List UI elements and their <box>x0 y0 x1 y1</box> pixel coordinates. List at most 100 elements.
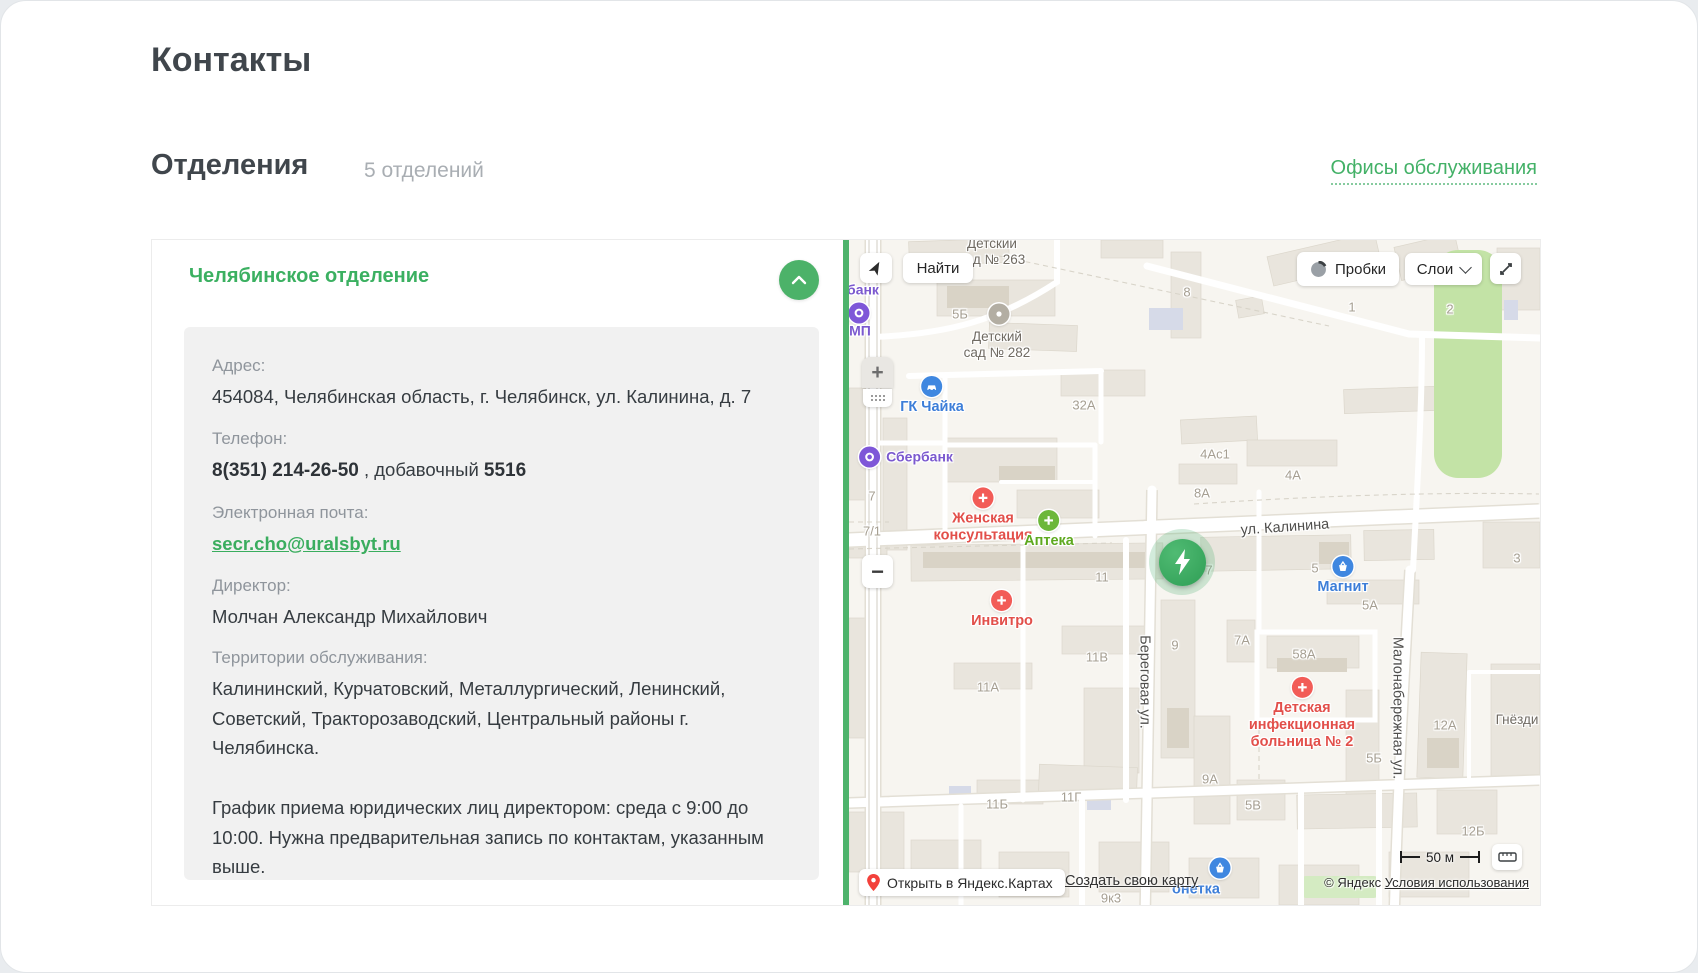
map-copyright: © Яндекс Условия использования <box>1324 875 1529 890</box>
poi-detskaya-bolnica-2: Детская инфекционная больница № 2 <box>1249 677 1355 751</box>
create-map-link[interactable]: Создать свою карту <box>1065 873 1198 889</box>
building-number: 5 <box>1311 560 1318 575</box>
dot-icon <box>989 304 1010 325</box>
territories-value: Калининский, Курчатовский, Металлургичес… <box>212 674 791 763</box>
map-search-button[interactable]: Найти <box>903 253 973 283</box>
cross-icon <box>1292 677 1313 698</box>
branches-count: 5 отделений <box>364 159 484 183</box>
fullscreen-icon <box>1498 261 1514 277</box>
open-in-yandex-maps-button[interactable]: Открыть в Яндекс.Картах <box>859 869 1065 896</box>
building-number: 11Г <box>1061 789 1082 804</box>
director-value: Молчан Александр Михайлович <box>212 602 791 632</box>
street-beregovaya: Береговая ул. <box>1135 635 1152 729</box>
branches-row: Челябинское отделение Адрес: 454084, Чел… <box>151 239 1541 906</box>
building-number: 11 <box>1095 569 1109 584</box>
building-number: 2 <box>1446 301 1453 316</box>
building-number: 11В <box>1086 649 1108 664</box>
label-bank: банк <box>849 282 879 299</box>
collapse-button[interactable] <box>779 260 819 300</box>
street-kalinina: ул. Калинина <box>1240 516 1330 539</box>
phone-label: Телефон: <box>212 429 791 449</box>
ring-icon <box>859 447 880 468</box>
map[interactable]: Детский сад № 263812банкМП5БДетский сад … <box>849 240 1540 905</box>
zoom-out-button[interactable]: − <box>862 555 893 588</box>
building-number: 8А <box>1194 485 1210 500</box>
address-value: 454084, Челябинская область, г. Челябинс… <box>212 382 791 412</box>
building-number: 5А <box>1362 597 1378 612</box>
poi-kindergarten <box>989 304 1010 325</box>
ruler-button[interactable] <box>1492 844 1522 870</box>
poi-magnit: Магнит <box>1317 556 1368 596</box>
terms-link[interactable]: Условия использования <box>1385 875 1529 890</box>
basket-icon <box>1210 858 1231 879</box>
branch-info-box: Адрес: 454084, Челябинская область, г. Ч… <box>184 327 819 880</box>
building-number: 11Б <box>986 796 1008 811</box>
director-label: Директор: <box>212 576 791 596</box>
branch-title: Челябинское отделение <box>189 265 429 288</box>
building-number: 5В <box>1245 797 1261 812</box>
offices-link[interactable]: Офисы обслуживания <box>1331 157 1537 185</box>
building-number: 7 <box>868 488 875 503</box>
phone-extension: 5516 <box>484 460 526 481</box>
email-label: Электронная почта: <box>212 503 791 523</box>
building-number: 58А <box>1292 646 1315 661</box>
cross-icon <box>991 590 1012 611</box>
poi-invitro: Инвитро <box>971 590 1033 630</box>
ruler-mini-button[interactable] <box>863 389 892 407</box>
poi-monetka <box>1210 858 1231 879</box>
label-detsky-sad-282: Детский сад № 282 <box>964 329 1031 361</box>
phone-number: 8(351) 214-26-50 <box>212 460 359 481</box>
poi-gk-chaika: ГК Чайка <box>900 376 964 416</box>
email-link[interactable]: secr.cho@uralsbyt.ru <box>212 533 401 554</box>
map-scale: 50 м <box>1400 848 1480 866</box>
building-number: 4А <box>1285 467 1301 482</box>
poi-zhenskaya-konsultaciya: Женская консультация <box>934 487 1033 544</box>
fullscreen-button[interactable] <box>1490 253 1521 284</box>
page-title: Контакты <box>151 41 311 80</box>
scale-label: 50 м <box>1420 850 1460 865</box>
branch-card: Челябинское отделение Адрес: 454084, Чел… <box>152 240 843 905</box>
schedule-text: График приема юридических лиц директором… <box>212 793 791 880</box>
page: Контакты Отделения 5 отделений Офисы обс… <box>0 0 1698 973</box>
building-number: 7А <box>1234 632 1250 647</box>
chevron-down-icon <box>1459 261 1472 274</box>
building-number: 12Б <box>1462 823 1485 838</box>
building-number: 5Б <box>952 306 968 321</box>
map-pin-icon <box>867 874 880 891</box>
building-number: 1 <box>1348 299 1355 314</box>
traffic-button[interactable]: Пробки <box>1297 252 1399 286</box>
building-number: 9А <box>1202 771 1218 786</box>
branch-map-marker[interactable] <box>1149 529 1215 595</box>
cross-icon <box>1039 510 1060 531</box>
ruler-dots-icon <box>868 393 888 403</box>
traffic-icon <box>1310 261 1327 278</box>
building-number: 5Б <box>1366 750 1382 765</box>
layers-button[interactable]: Слои <box>1405 253 1482 285</box>
chevron-up-icon <box>790 273 808 287</box>
cross-icon <box>973 487 994 508</box>
lightning-icon <box>1159 539 1206 586</box>
poi-mp <box>849 303 870 324</box>
branches-heading: Отделения <box>151 149 308 182</box>
basket-icon <box>1332 556 1353 577</box>
zoom-in-button[interactable]: + <box>862 357 893 388</box>
address-label: Адрес: <box>212 356 791 376</box>
geolocation-button[interactable] <box>860 253 892 283</box>
building-number: 7/1 <box>863 523 881 538</box>
ruler-icon <box>1498 850 1517 864</box>
building-number: 9к3 <box>1101 890 1121 905</box>
ring-icon <box>849 303 870 324</box>
geolocation-icon <box>868 260 884 276</box>
building-number: 11А <box>977 679 999 694</box>
map-label: МП <box>849 323 871 340</box>
phone-extension-text: , добавочный <box>359 459 484 480</box>
label-gnezdi: Гнёзди <box>1496 712 1539 728</box>
poi-sberbank: Сбербанк <box>859 447 953 468</box>
car-icon <box>922 376 943 397</box>
building-number: 4Ас1 <box>1200 446 1230 461</box>
building-number: 12А <box>1433 717 1456 732</box>
phone-value: 8(351) 214-26-50 , добавочный 5516 <box>212 455 791 486</box>
poi-apteka: Аптека <box>1024 510 1074 550</box>
street-malonaberezhnaya: Малонабережная ул. <box>1388 637 1405 779</box>
building-number: 9 <box>1171 637 1178 652</box>
